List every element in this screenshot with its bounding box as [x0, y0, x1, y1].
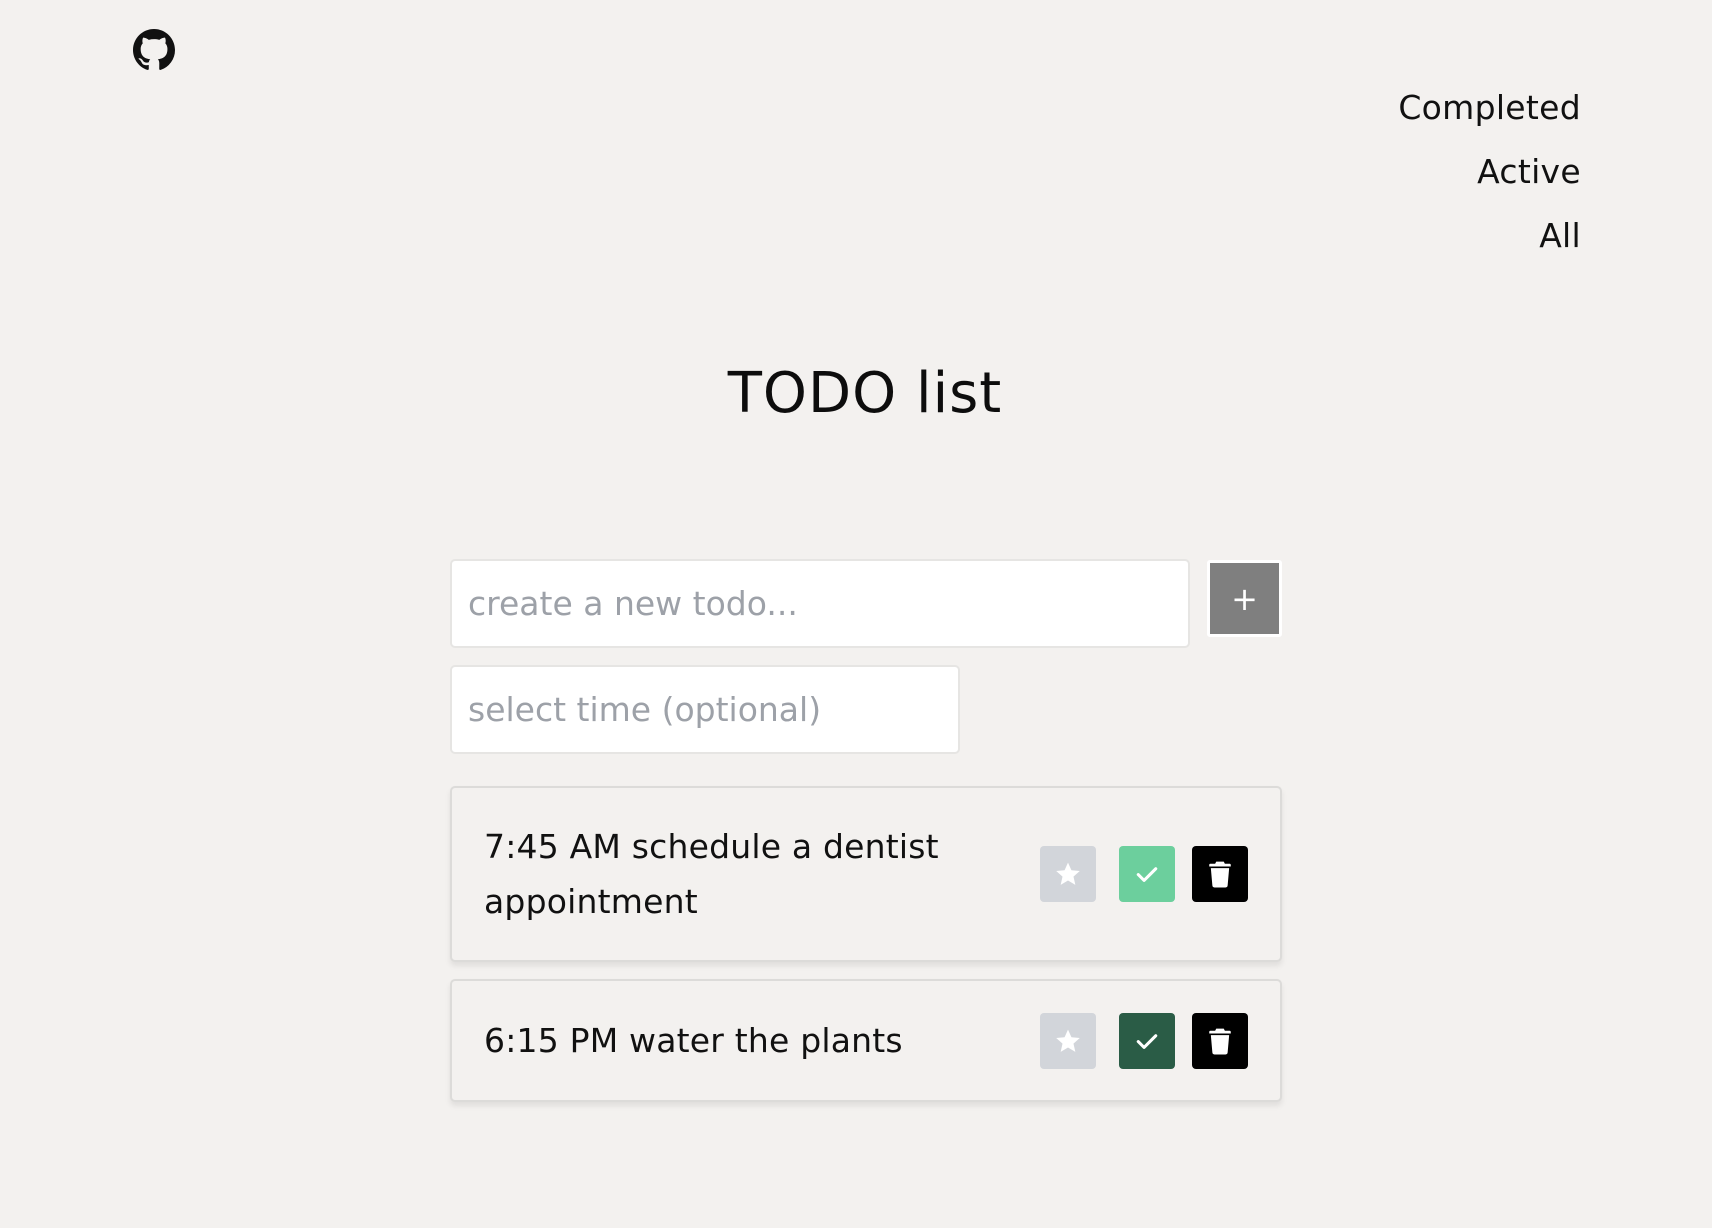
star-icon [1054, 1027, 1082, 1055]
delete-button[interactable] [1192, 1012, 1248, 1069]
todo-actions [1040, 846, 1248, 902]
github-link[interactable] [133, 29, 175, 71]
star-icon [1054, 860, 1082, 888]
check-icon [1133, 1027, 1161, 1055]
todo-item: 6:15 PM water the plants [450, 979, 1282, 1102]
filter-active[interactable]: Active [1477, 140, 1581, 204]
trash-icon [1207, 860, 1233, 888]
github-icon [133, 29, 175, 71]
todo-text: 7:45 AM schedule a dentist appointment [484, 827, 939, 921]
filter-all[interactable]: All [1539, 204, 1581, 268]
trash-icon [1207, 1027, 1233, 1055]
todo-item: 7:45 AM schedule a dentist appointment [450, 786, 1282, 962]
star-button[interactable] [1040, 1012, 1096, 1069]
filter-completed[interactable]: Completed [1398, 76, 1581, 140]
complete-button[interactable] [1119, 1012, 1175, 1069]
time-input[interactable] [450, 665, 960, 754]
todo-actions [1040, 1012, 1248, 1069]
page-title: TODO list [727, 361, 1003, 426]
add-todo-button[interactable]: + [1207, 560, 1282, 637]
delete-button[interactable] [1192, 846, 1248, 902]
star-button[interactable] [1040, 846, 1096, 902]
todo-list: 7:45 AM schedule a dentist appointment 6… [450, 786, 1282, 1119]
todo-text: 6:15 PM water the plants [484, 1021, 903, 1060]
new-todo-input[interactable] [450, 559, 1190, 648]
filter-nav: Completed Active All [1398, 76, 1581, 268]
check-icon [1133, 860, 1161, 888]
complete-button[interactable] [1119, 846, 1175, 902]
